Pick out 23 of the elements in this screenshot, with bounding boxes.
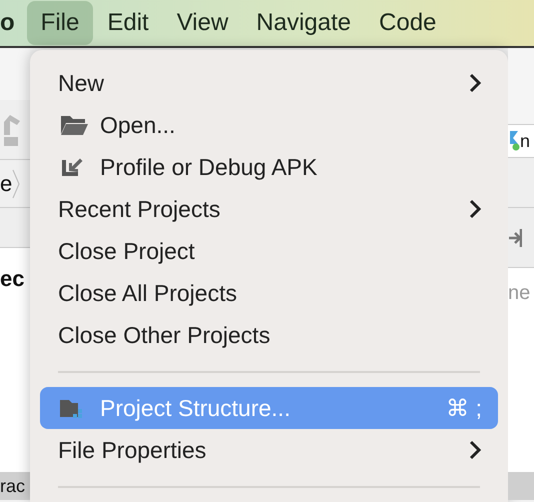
menu-bar-item[interactable]: Code	[365, 1, 450, 45]
shortcut-text: ⌘ ;	[446, 394, 482, 423]
flutter-icon	[508, 130, 520, 152]
menu-item[interactable]: Recent Projects	[40, 188, 498, 230]
menu-bar-item[interactable]: o	[0, 1, 27, 45]
menu-item[interactable]: Close Project	[40, 230, 498, 272]
menu-bar-item[interactable]: View	[162, 1, 242, 45]
menu-item[interactable]: Close Other Projects	[40, 314, 498, 356]
menu-item[interactable]: Close All Projects	[40, 272, 498, 314]
menu-bar-item[interactable]: Edit	[93, 1, 163, 45]
menu-item[interactable]: File Properties	[40, 429, 498, 472]
hint-text: ne	[508, 281, 530, 306]
status-bar	[508, 472, 534, 500]
menu-bar-item[interactable]: Navigate	[242, 1, 366, 45]
menu-item[interactable]: New	[40, 62, 498, 104]
menu-item[interactable]: Profile or Debug APK	[40, 146, 498, 188]
breadcrumb-text: e	[0, 170, 12, 198]
menu-item[interactable]: Open...	[40, 104, 498, 146]
menu-bar-item[interactable]: File	[26, 1, 94, 45]
status-text: rac	[0, 474, 26, 498]
heading-text: ec	[0, 264, 24, 292]
tab-text: n	[520, 130, 530, 152]
breadcrumb-separator-icon	[12, 168, 20, 198]
